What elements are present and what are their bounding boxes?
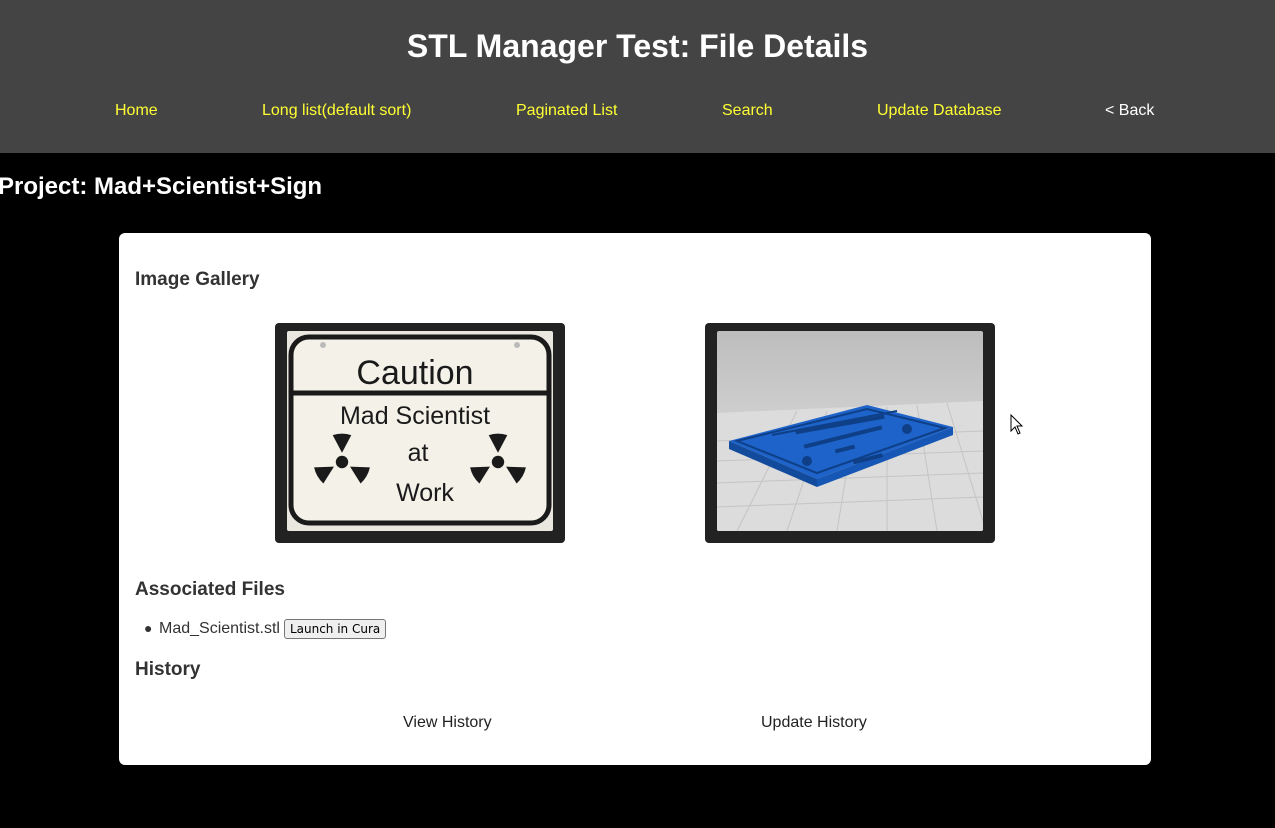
file-list: ● Mad_Scientist.stl Launch in Cura <box>144 619 387 639</box>
launch-in-cura-button[interactable]: Launch in Cura <box>283 619 387 639</box>
nav-back-link[interactable]: < Back <box>1105 102 1154 120</box>
gallery-image-1[interactable]: Caution Mad Scientist at Work <box>275 323 565 543</box>
list-item: ● Mad_Scientist.stl Launch in Cura <box>144 619 387 639</box>
mouse-cursor-icon <box>1010 414 1024 435</box>
bullet-icon: ● <box>144 620 153 636</box>
view-history-link[interactable]: View History <box>403 714 492 732</box>
gallery-image-2[interactable] <box>705 323 995 543</box>
project-title: Project: Mad+Scientist+Sign <box>0 173 323 200</box>
update-history-link[interactable]: Update History <box>761 714 867 732</box>
page-title: STL Manager Test: File Details <box>406 28 869 64</box>
nav-home-link[interactable]: Home <box>115 102 158 120</box>
file-name: Mad_Scientist.stl <box>159 620 280 637</box>
image-gallery-heading: Image Gallery <box>135 269 260 290</box>
nav-update-database-link[interactable]: Update Database <box>877 102 1002 120</box>
history-heading: History <box>135 659 201 680</box>
sign-text-caution: Caution <box>356 354 473 392</box>
sign-text-work: Work <box>396 479 454 507</box>
sign-text-at: at <box>408 439 429 467</box>
nav-search-link[interactable]: Search <box>722 102 773 120</box>
sign-photo: Caution Mad Scientist at Work <box>287 331 553 531</box>
model-render <box>717 331 983 531</box>
sign-text-mad-scientist: Mad Scientist <box>340 402 490 430</box>
associated-files-heading: Associated Files <box>135 579 285 600</box>
page-header: STL Manager Test: File Details Home Long… <box>0 0 1275 153</box>
nav-long-list-link[interactable]: Long list(default sort) <box>262 102 411 120</box>
details-card: Image Gallery Caution Mad Scientist at W… <box>119 233 1151 765</box>
nav-paginated-list-link[interactable]: Paginated List <box>516 102 617 120</box>
